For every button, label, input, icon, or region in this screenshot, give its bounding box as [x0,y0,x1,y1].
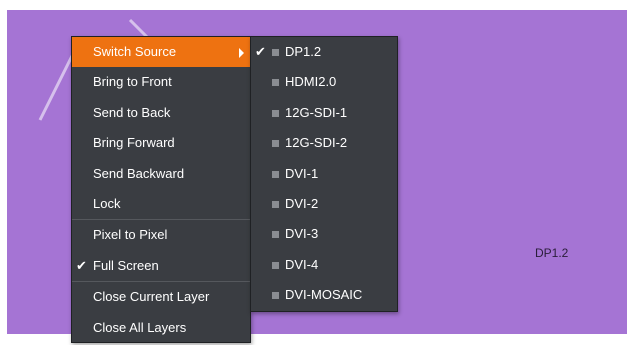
menu-item-send-to-back[interactable]: Send to Back [72,98,250,128]
source-submenu: ✔ DP1.2 HDMI2.0 12G-SDI-1 12G-SDI-2 DVI-… [250,36,398,312]
source-item-dvi-3[interactable]: DVI-3 [251,219,397,249]
menu-item-label: Close All Layers [93,319,187,335]
menu-item-lock[interactable]: Lock [72,189,250,219]
layer-source-label: DP1.2 [535,246,569,260]
menu-item-label: Bring to Front [93,74,172,90]
menu-item-label: Close Current Layer [93,289,210,305]
layer-context-menu: Switch Source Bring to Front Send to Bac… [71,36,251,343]
menu-item-label: Send Backward [93,165,185,181]
source-item-label: DVI-2 [285,195,319,211]
source-item-label: DVI-MOSAIC [285,287,363,303]
source-square-icon [272,170,279,178]
source-item-dvi-4[interactable]: DVI-4 [251,250,397,280]
menu-item-bring-forward[interactable]: Bring Forward [72,128,250,158]
source-item-hdmi2-0[interactable]: HDMI2.0 [251,67,397,97]
source-item-12g-sdi-1[interactable]: 12G-SDI-1 [251,98,397,128]
source-item-12g-sdi-2[interactable]: 12G-SDI-2 [251,128,397,158]
menu-item-close-all-layers[interactable]: Close All Layers [72,313,250,343]
source-item-dvi-mosaic[interactable]: DVI-MOSAIC [251,280,397,310]
source-item-label: DVI-4 [285,256,319,272]
source-item-dvi-1[interactable]: DVI-1 [251,159,397,189]
source-square-icon [272,79,279,87]
menu-item-label: Lock [93,195,121,211]
menu-item-label: Pixel to Pixel [93,227,168,243]
source-item-label: DVI-3 [285,226,319,242]
source-square-icon [272,200,279,208]
menu-item-label: Send to Back [93,104,171,120]
menu-item-pixel-to-pixel[interactable]: Pixel to Pixel [72,219,250,250]
checkmark-icon: ✔ [255,44,266,59]
checkmark-icon: ✔ [76,257,87,273]
submenu-arrow-icon [239,48,244,58]
source-square-icon [272,231,279,239]
source-item-label: 12G-SDI-2 [285,135,348,151]
menu-item-send-backward[interactable]: Send Backward [72,159,250,189]
menu-item-close-current-layer[interactable]: Close Current Layer [72,281,250,312]
source-item-label: HDMI2.0 [285,74,337,90]
menu-item-switch-source[interactable]: Switch Source [72,37,250,68]
menu-item-label: Full Screen [93,257,159,273]
menu-item-label: Bring Forward [93,135,175,151]
menu-item-full-screen[interactable]: ✔ Full Screen [72,251,250,281]
source-item-label: DP1.2 [285,44,322,59]
source-square-icon [272,261,279,269]
menu-item-label: Switch Source [93,44,177,59]
source-square-icon [272,292,279,300]
source-item-dvi-2[interactable]: DVI-2 [251,189,397,219]
source-item-dp1-2[interactable]: ✔ DP1.2 [251,37,397,67]
menu-item-bring-to-front[interactable]: Bring to Front [72,67,250,97]
source-item-label: 12G-SDI-1 [285,104,348,120]
source-square-icon [272,140,279,148]
source-item-label: DVI-1 [285,165,319,181]
source-square-icon [272,109,279,117]
source-square-icon [272,49,279,56]
